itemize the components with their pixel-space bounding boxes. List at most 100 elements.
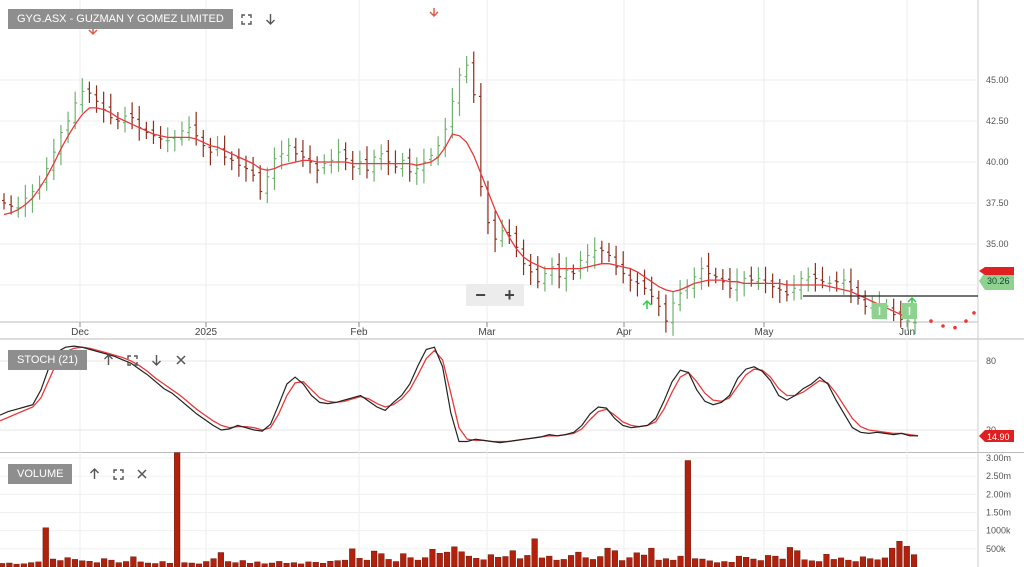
- volume-bar: [794, 550, 801, 567]
- ohlc-bar: [642, 269, 647, 295]
- volume-bar: [582, 557, 589, 567]
- volume-bar: [436, 553, 443, 567]
- volume-bar: [42, 527, 49, 567]
- volume-bar: [57, 560, 64, 567]
- arrow-down-icon[interactable]: [147, 350, 167, 370]
- x-tick-label: Mar: [478, 327, 496, 338]
- ohlc-bar: [606, 242, 611, 263]
- ohlc-bar: [357, 150, 362, 176]
- volume-bar: [772, 555, 779, 567]
- zoom-out-button[interactable]: −: [466, 284, 495, 306]
- ohlc-bar: [87, 81, 92, 103]
- arrow-up-icon[interactable]: [84, 464, 104, 484]
- ohlc-bar: [336, 138, 341, 172]
- volume-bar: [714, 562, 721, 567]
- close-icon[interactable]: [171, 350, 191, 370]
- arrow-down-icon[interactable]: [261, 9, 281, 29]
- ohlc-bar: [429, 148, 434, 167]
- volume-bar: [414, 559, 421, 567]
- volume-bar: [677, 555, 684, 567]
- volume-bar: [911, 554, 918, 567]
- volume-bar: [50, 558, 57, 567]
- stoch-panel-header: STOCH (21): [8, 350, 191, 370]
- ohlc-bar: [528, 254, 533, 285]
- volume-bar: [830, 559, 837, 567]
- volume-bar: [378, 553, 385, 567]
- ohlc-bar: [308, 145, 313, 174]
- volume-bar: [356, 558, 363, 567]
- ohlc-bar: [293, 137, 298, 162]
- volume-bar: [429, 549, 436, 567]
- volume-bar: [750, 558, 757, 567]
- ohlc-bar: [165, 127, 170, 153]
- volume-bar: [144, 562, 152, 567]
- ohlc-bar: [848, 268, 853, 304]
- expand-icon[interactable]: [237, 9, 257, 29]
- arrow-up-icon[interactable]: [99, 350, 119, 370]
- ohlc-bar: [265, 167, 270, 203]
- volume-bar: [6, 562, 13, 567]
- volume-bar: [524, 555, 531, 567]
- volume-bar: [670, 559, 677, 567]
- volume-bar: [64, 557, 71, 567]
- volume-bar: [765, 555, 772, 567]
- volume-bar: [568, 555, 575, 567]
- ohlc-bar: [628, 267, 633, 292]
- volume-bar: [35, 561, 42, 567]
- ohlc-bar: [792, 274, 797, 301]
- volume-bar: [706, 560, 713, 567]
- volume-bar: [553, 559, 560, 567]
- ohlc-bar: [813, 263, 818, 292]
- ohlc-bar: [863, 290, 868, 315]
- volume-y-tick-label: 1000k: [986, 526, 1011, 536]
- ohlc-bar: [557, 253, 562, 289]
- volume-bar: [728, 562, 735, 567]
- volume-bar: [641, 554, 648, 567]
- expand-icon[interactable]: [123, 350, 143, 370]
- volume-panel-header: VOLUME: [8, 464, 152, 484]
- volume-bar: [619, 560, 626, 567]
- volume-bar: [611, 550, 618, 567]
- ohlc-bar: [443, 117, 448, 158]
- stoch-value-tag-text: 14.90: [987, 432, 1010, 442]
- ohlc-bar: [2, 193, 6, 210]
- ohlc-bar: [706, 252, 711, 287]
- ohlc-bar: [215, 135, 220, 157]
- close-icon[interactable]: [132, 464, 152, 484]
- volume-bar: [531, 538, 538, 567]
- stoch-panel-label[interactable]: STOCH (21): [8, 350, 87, 370]
- volume-bar: [28, 562, 35, 567]
- projection-dot: [964, 319, 968, 323]
- ohlc-bar: [478, 83, 483, 197]
- volume-bar: [0, 563, 6, 567]
- price-panel-header: GYG.ASX - GUZMAN Y GOMEZ LIMITED: [8, 9, 281, 29]
- ohlc-bar: [286, 138, 291, 162]
- volume-bar: [743, 557, 750, 567]
- volume-bar: [312, 562, 319, 567]
- ohlc-bar: [713, 267, 718, 284]
- ohlc-bar: [343, 142, 348, 171]
- zoom-in-button[interactable]: +: [495, 284, 524, 306]
- volume-y-tick-label: 1.50m: [986, 508, 1011, 518]
- price-y-tick-label: 35.00: [986, 239, 1009, 249]
- volume-y-tick-label: 500k: [986, 544, 1006, 554]
- ohlc-bar: [400, 152, 405, 177]
- ohlc-bar: [179, 121, 184, 146]
- ohlc-bar: [564, 256, 569, 292]
- volume-bar: [93, 562, 100, 567]
- expand-icon[interactable]: [108, 464, 128, 484]
- volume-bar: [363, 559, 370, 567]
- ohlc-bar: [329, 149, 334, 174]
- volume-bar: [320, 563, 327, 567]
- ohlc-bar: [23, 184, 28, 217]
- volume-bar: [633, 552, 640, 567]
- price-panel-label[interactable]: GYG.ASX - GUZMAN Y GOMEZ LIMITED: [8, 9, 233, 29]
- ohlc-bar: [122, 106, 127, 133]
- ohlc-bar: [542, 266, 547, 292]
- volume-y-tick-label: 2.50m: [986, 471, 1011, 481]
- volume-panel-label[interactable]: VOLUME: [8, 464, 73, 484]
- volume-bar: [159, 561, 166, 567]
- volume-bar: [115, 562, 122, 567]
- price-y-tick-label: 42.50: [986, 116, 1009, 126]
- volume-bar: [838, 557, 845, 567]
